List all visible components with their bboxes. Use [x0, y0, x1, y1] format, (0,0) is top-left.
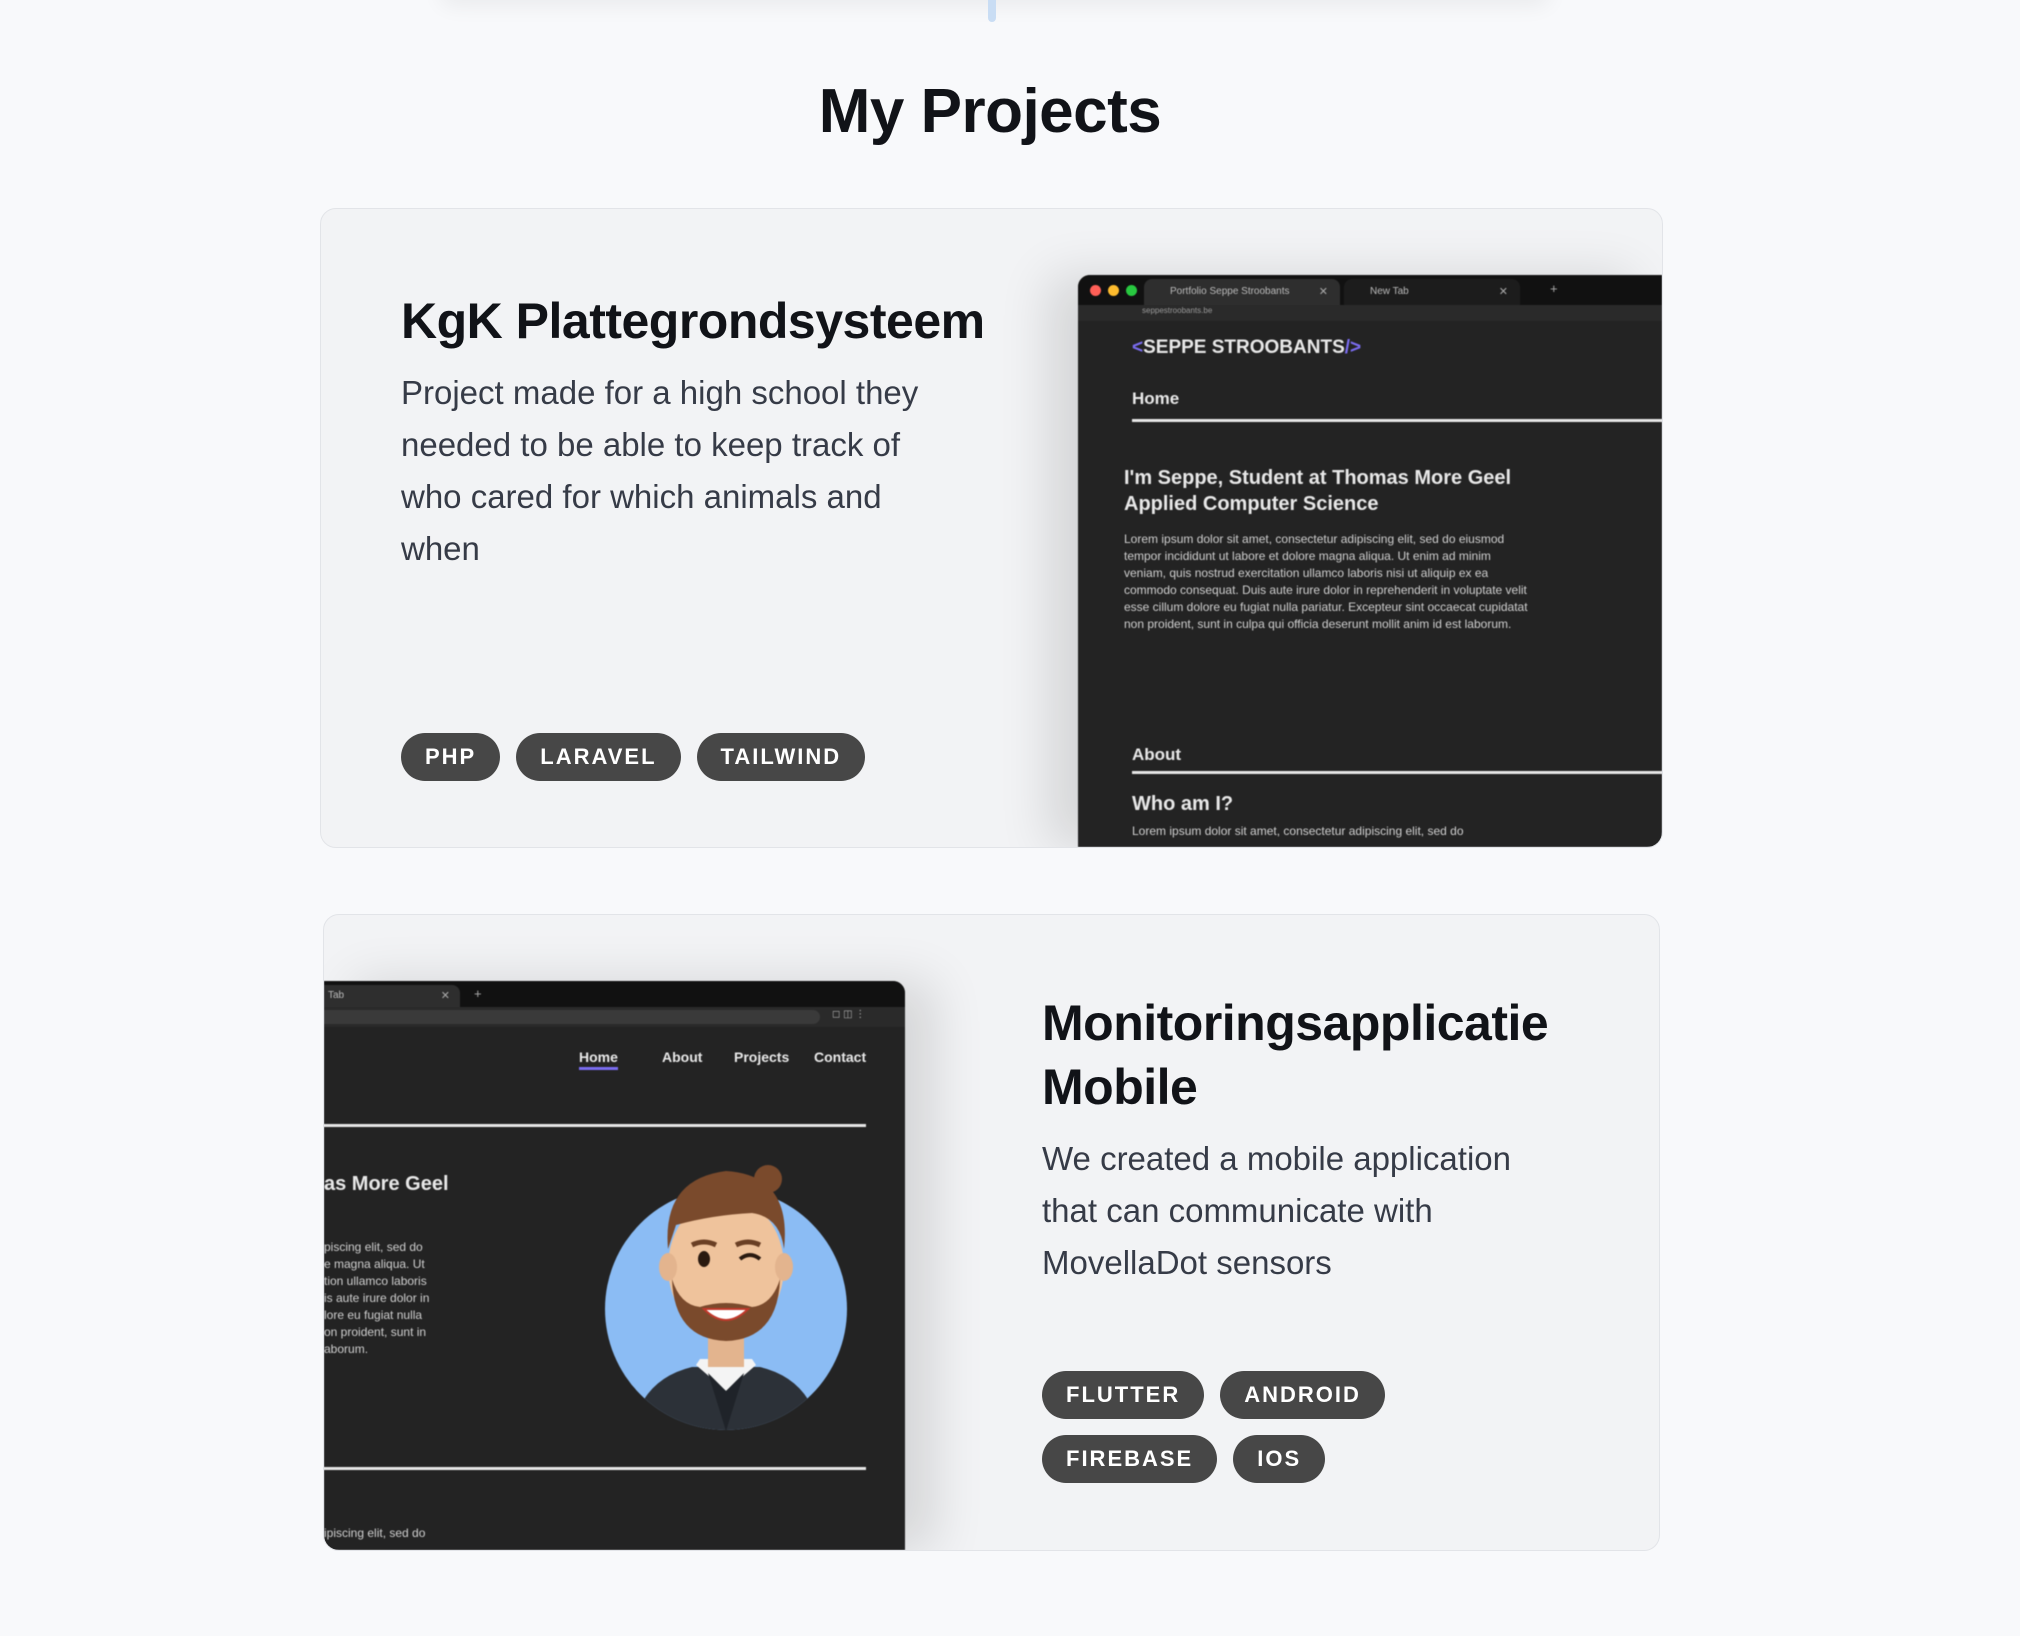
- tag-badge: LARAVEL: [516, 733, 681, 781]
- project-screenshot: Portfolio Seppe Stroobants ✕ New Tab ✕ +…: [1078, 275, 1662, 847]
- avatar-illustration: [605, 1165, 847, 1430]
- site-heading: I'm Seppe, Student at Thomas More Geel A…: [1124, 467, 1512, 515]
- site-nav-about: About: [662, 1049, 703, 1065]
- address-field: [324, 1010, 820, 1024]
- project-title: KgK Plattegrondsysteem: [401, 293, 985, 349]
- project-description: We created a mobile application that can…: [1042, 1140, 1511, 1281]
- site-nav-home: Home: [579, 1049, 618, 1070]
- address-bar: seppestroobants.be: [1078, 305, 1662, 321]
- site-paragraph: Lorem ipsum dolor sit amet, consectetur …: [1132, 824, 1464, 838]
- browser-tab: Portfolio Seppe Stroobants ✕: [1144, 279, 1340, 305]
- close-dot-icon: [1090, 285, 1101, 296]
- divider: [324, 1467, 866, 1470]
- toolbar-icon: ◻ ◫ ⋮: [832, 1009, 866, 1020]
- tag-badge: PHP: [401, 733, 501, 781]
- site-nav-home: Home: [1132, 389, 1180, 408]
- site-paragraph: piscing elit, sed do e magna aliqua. Ut …: [324, 1240, 430, 1356]
- site-logo: <SEPPE STROOBANTS/>: [1132, 337, 1362, 358]
- new-tab-icon: +: [1550, 281, 1558, 296]
- tag-list: PHP LARAVEL TAILWIND: [401, 733, 941, 781]
- project-title: Monitoringsapplicatie Mobile: [1042, 995, 1549, 1115]
- scroll-indicator: [988, 0, 996, 22]
- site-nav-contact: Contact: [814, 1049, 867, 1065]
- tag-badge: FIREBASE: [1042, 1435, 1218, 1483]
- tab-label: Portfolio Seppe Stroobants: [1170, 286, 1290, 297]
- browser-tab: Tab ✕: [324, 985, 460, 1007]
- site-subheading: Who am I?: [1132, 793, 1234, 815]
- site-heading: as More Geel: [324, 1173, 449, 1195]
- tag-badge: ANDROID: [1220, 1371, 1385, 1419]
- tab-close-icon: ✕: [1498, 286, 1508, 298]
- site-nav-projects: Projects: [734, 1049, 790, 1065]
- tag-badge: FLUTTER: [1042, 1371, 1205, 1419]
- browser-tab: New Tab ✕: [1344, 279, 1520, 305]
- divider: [1132, 419, 1662, 422]
- browser-tab-bar: Portfolio Seppe Stroobants ✕ New Tab ✕ +: [1078, 275, 1662, 305]
- tag-badge: IOS: [1233, 1435, 1326, 1483]
- new-tab-icon: +: [474, 986, 482, 1001]
- site-about-heading: About: [1132, 745, 1182, 764]
- tab-label: New Tab: [1370, 286, 1409, 297]
- section-title: My Projects: [818, 77, 1162, 146]
- project-card[interactable]: KgK Plattegrondsysteem Project made for …: [320, 208, 1663, 848]
- project-screenshot: Tab ✕ + ◻ ◫ ⋮ Home About Projects Contac…: [324, 981, 905, 1550]
- tag-badge: TAILWIND: [696, 733, 866, 781]
- maximize-dot-icon: [1126, 285, 1137, 296]
- tab-close-icon: ✕: [1318, 286, 1328, 298]
- project-description: Project made for a high school they need…: [401, 374, 919, 567]
- tag-list: FLUTTER ANDROID FIREBASE IOS: [1042, 1371, 1562, 1483]
- project-card[interactable]: Tab ✕ + ◻ ◫ ⋮ Home About Projects Contac…: [323, 914, 1660, 1551]
- divider: [1132, 771, 1662, 774]
- site-paragraph: ipiscing elit, sed do: [324, 1526, 426, 1540]
- browser-tab-bar: Tab ✕ +: [324, 981, 905, 1007]
- address-bar: ◻ ◫ ⋮: [324, 1007, 905, 1027]
- divider: [324, 1124, 866, 1127]
- address-text: seppestroobants.be: [1142, 306, 1213, 315]
- minimize-dot-icon: [1108, 285, 1119, 296]
- site-paragraph: Lorem ipsum dolor sit amet, consectetur …: [1124, 532, 1528, 631]
- tab-close-icon: ✕: [440, 990, 450, 1002]
- tab-label: Tab: [328, 990, 345, 1001]
